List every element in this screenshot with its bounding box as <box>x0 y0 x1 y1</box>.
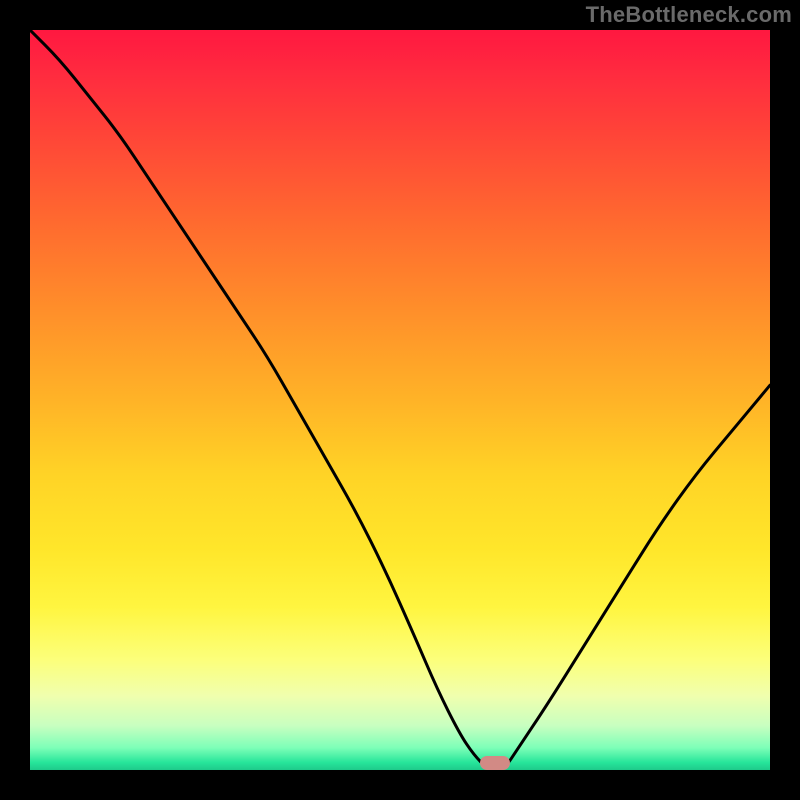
watermark-text: TheBottleneck.com <box>586 2 792 28</box>
curve-path <box>30 30 770 770</box>
bottleneck-curve <box>30 30 770 770</box>
optimum-marker <box>480 756 510 770</box>
chart-frame: TheBottleneck.com <box>0 0 800 800</box>
plot-area <box>30 30 770 770</box>
